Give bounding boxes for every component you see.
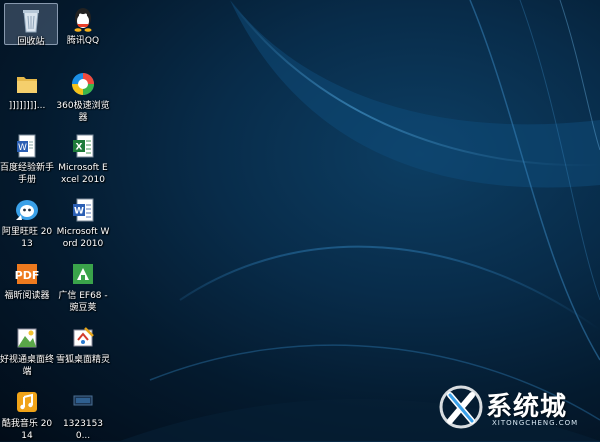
desktop-icon-label: 百度经验新手手册 bbox=[0, 163, 55, 185]
desktop-icon-recycle-bin[interactable]: 回收站 bbox=[4, 3, 58, 47]
svg-text:PDF: PDF bbox=[15, 269, 40, 282]
desktop-icon-video-terminal[interactable]: 好视通桌面终端 bbox=[0, 322, 54, 378]
folder-icon bbox=[13, 70, 41, 98]
desktop-icon-word[interactable]: W Microsoft Word 2010 bbox=[56, 194, 110, 250]
desktop-icon-label: 360极速浏览器 bbox=[56, 101, 110, 123]
svg-text:X: X bbox=[76, 143, 83, 153]
desktop-icon-360-browser[interactable]: 360极速浏览器 bbox=[56, 68, 110, 124]
desktop-icon-label: 回收站 bbox=[17, 37, 45, 47]
music-icon bbox=[13, 388, 41, 416]
desktop-icon-desktop-sprite[interactable]: 雪狐桌面精灵 bbox=[56, 322, 110, 366]
pdf-reader-icon: PDF bbox=[13, 260, 41, 288]
site-watermark: 系统城 XITONGCHENG.COM bbox=[436, 381, 586, 437]
x-logo-icon bbox=[439, 385, 483, 429]
desktop-icon-ef68[interactable]: 广信 EF68 - 豌豆荚 bbox=[56, 258, 110, 314]
desktop-app-icon bbox=[13, 324, 41, 352]
desktop-icon-label: 好视通桌面终端 bbox=[0, 355, 55, 377]
aliwangwang-icon bbox=[13, 196, 41, 224]
desktop-icon-excel[interactable]: X Microsoft Excel 2010 bbox=[56, 130, 110, 186]
word-icon: W bbox=[69, 196, 97, 224]
desktop-icon-label: Microsoft Excel 2010 bbox=[58, 163, 108, 185]
recycle-bin-icon bbox=[17, 6, 45, 34]
watermark-subtitle: XITONGCHENG.COM bbox=[492, 419, 579, 427]
ef68-icon bbox=[69, 260, 97, 288]
desktop-icon-label: 广信 EF68 - 豌豆荚 bbox=[58, 291, 108, 313]
svg-text:W: W bbox=[74, 207, 84, 217]
desktop-icon-aliwangwang[interactable]: 阿里旺旺 2013 bbox=[0, 194, 54, 250]
desktop-icon-label: 阿里旺旺 2013 bbox=[1, 227, 53, 249]
desktop-icon-qq[interactable]: 腾讯QQ bbox=[56, 3, 110, 47]
desktop-icon-label: 酷我音乐 2014 bbox=[1, 419, 53, 441]
desktop-icon-label: 腾讯QQ bbox=[66, 36, 100, 46]
browser-360-icon bbox=[69, 70, 97, 98]
image-file-icon bbox=[69, 388, 97, 416]
document-icon: W bbox=[13, 132, 41, 160]
desktop-icon-label: 福昕阅读器 bbox=[4, 291, 50, 301]
desktop-sprite-icon bbox=[69, 324, 97, 352]
desktop-icon-guide[interactable]: W 百度经验新手手册 bbox=[0, 130, 54, 186]
watermark-title: 系统城 bbox=[486, 392, 568, 422]
desktop-icon-label: 雪狐桌面精灵 bbox=[56, 355, 111, 365]
svg-text:W: W bbox=[18, 143, 27, 153]
desktop-icon-folder[interactable]: ]]]]]]]]... bbox=[0, 68, 54, 112]
qq-icon bbox=[69, 5, 97, 33]
desktop-icon-label: Microsoft Word 2010 bbox=[56, 227, 110, 249]
desktop-icon-label: ]]]]]]]]... bbox=[8, 101, 46, 111]
desktop-icon-kuwo-music[interactable]: 酷我音乐 2014 bbox=[0, 386, 54, 442]
excel-icon: X bbox=[69, 132, 97, 160]
desktop-icon-foxit-reader[interactable]: PDF 福昕阅读器 bbox=[0, 258, 54, 302]
desktop-icon-label: 13231530... bbox=[62, 419, 104, 441]
desktop-icon-image-file[interactable]: 13231530... bbox=[56, 386, 110, 442]
